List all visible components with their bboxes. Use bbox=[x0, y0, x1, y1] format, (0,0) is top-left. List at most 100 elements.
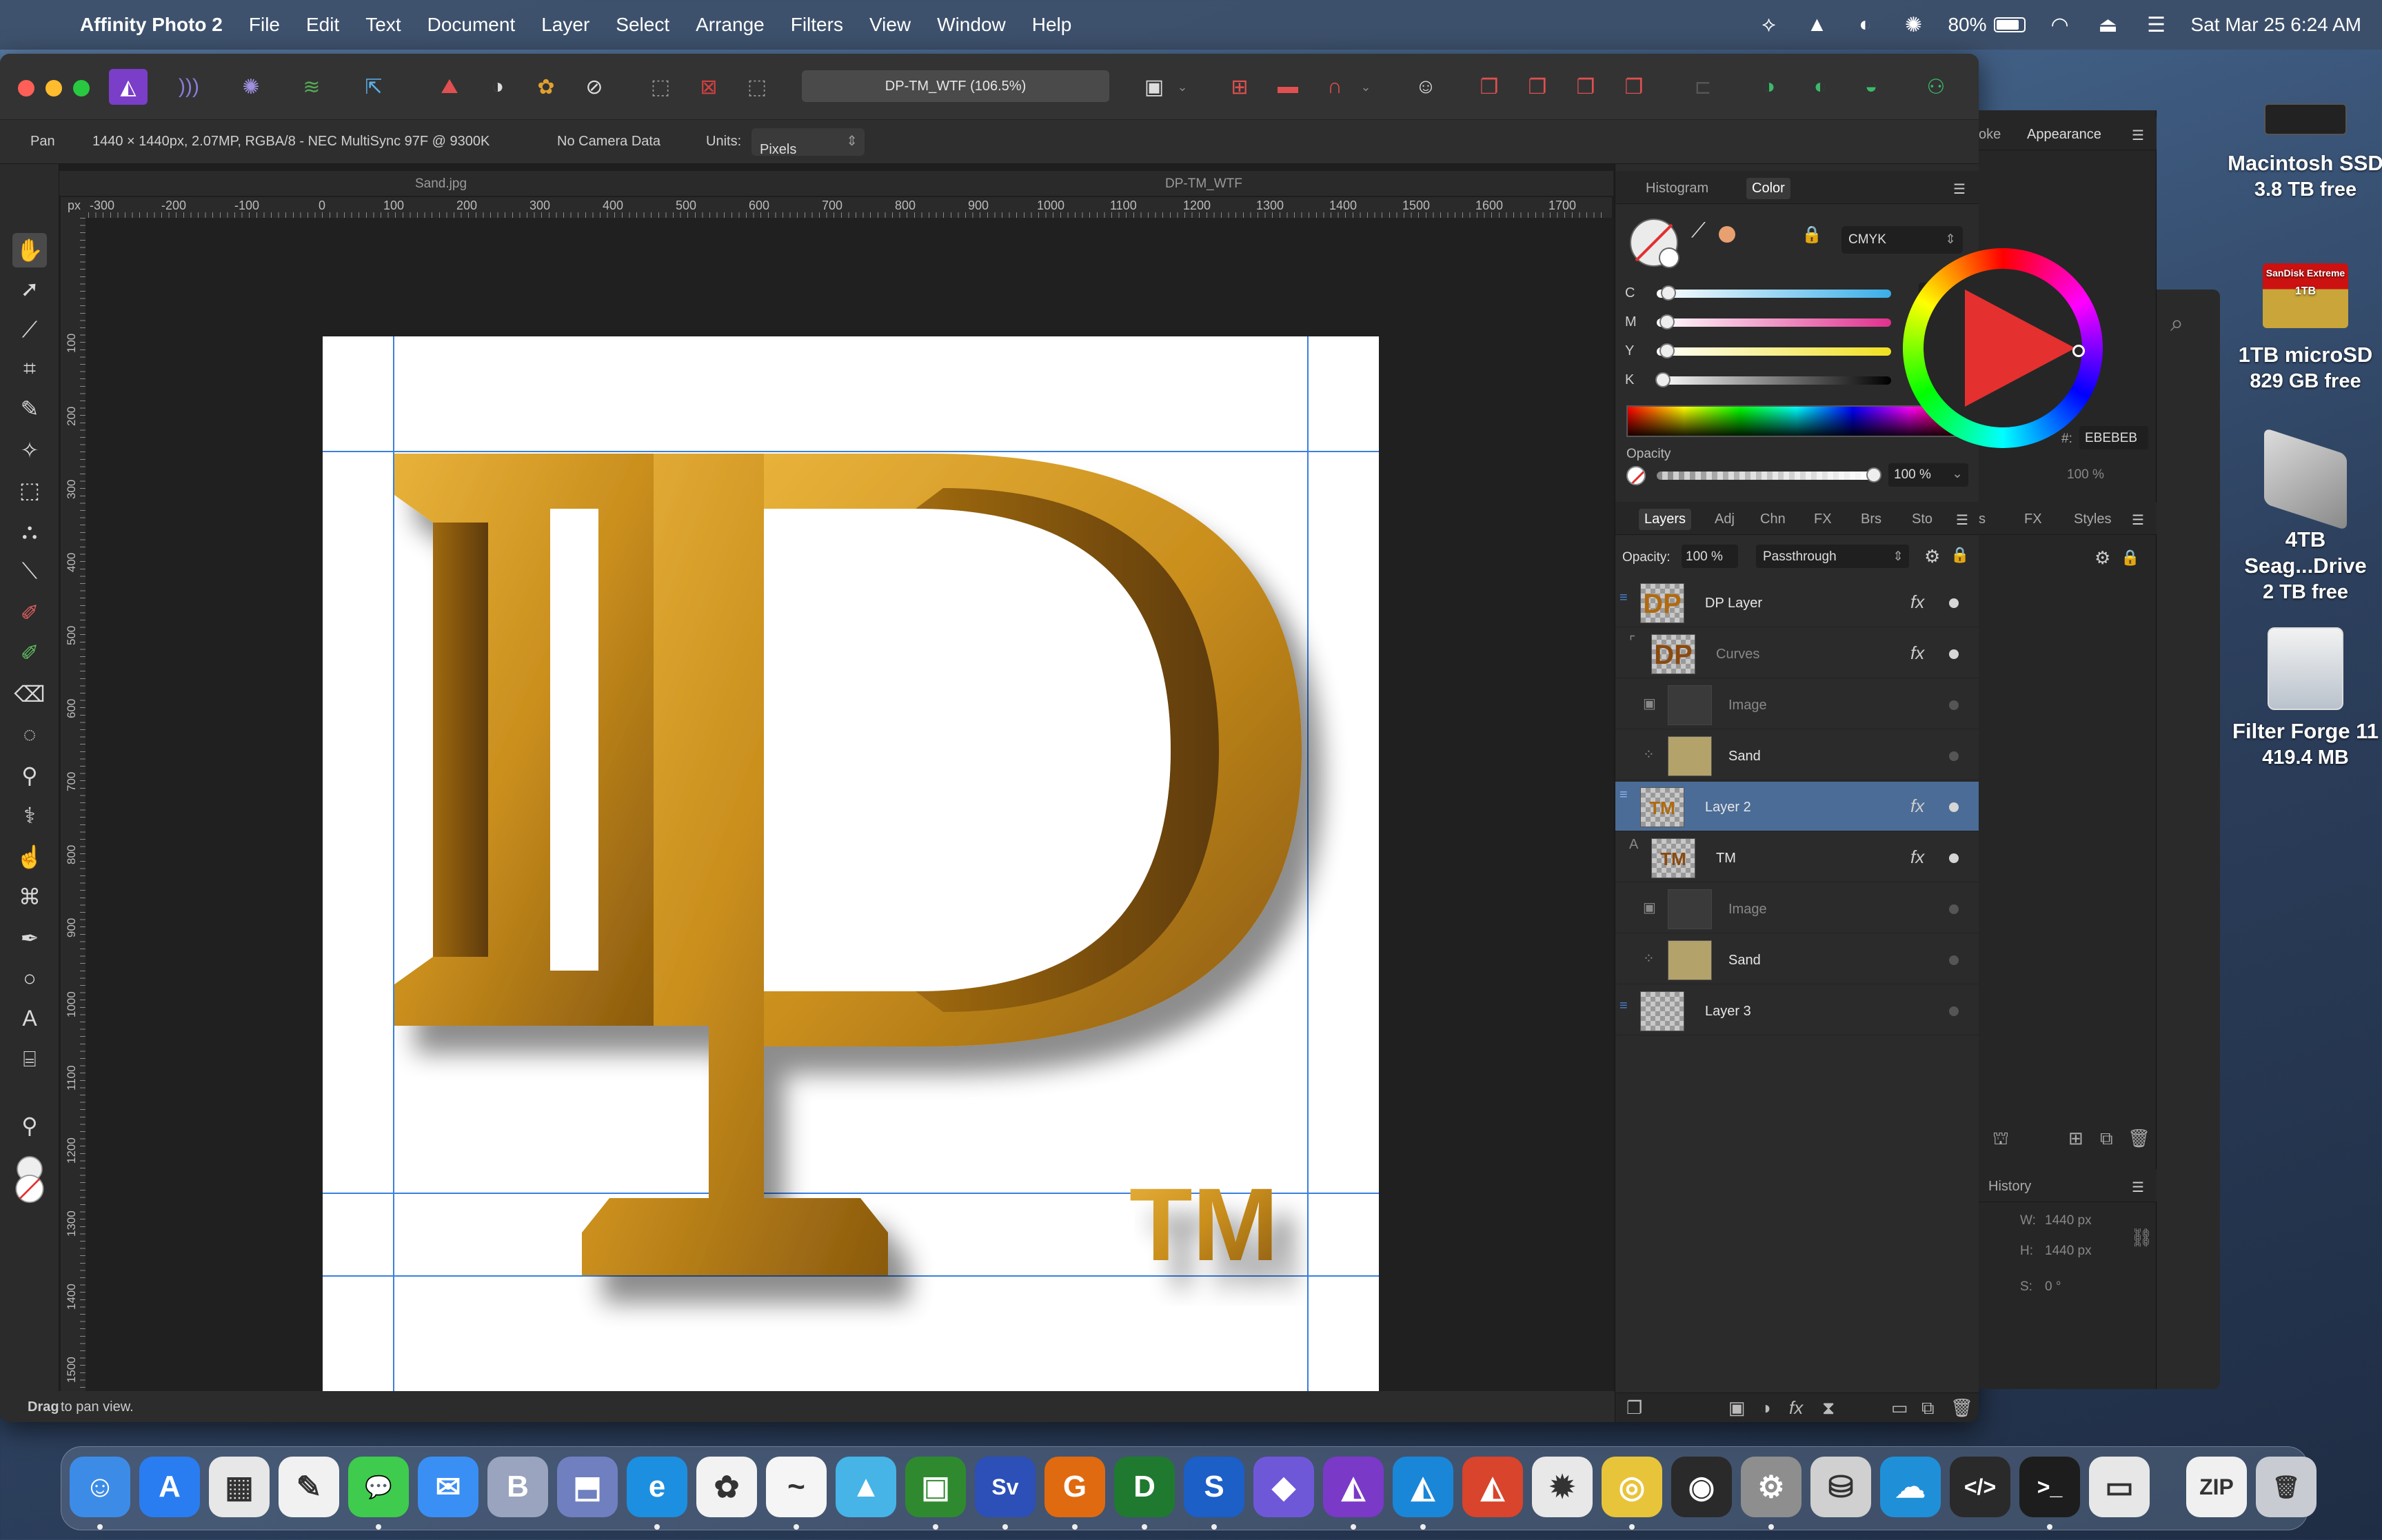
boolean-add-icon[interactable]: ◑ bbox=[1750, 69, 1788, 105]
layer-row-layer-3[interactable]: ≡ Layer 3 bbox=[1615, 986, 1979, 1035]
develop-persona-icon[interactable]: ✺ bbox=[232, 69, 270, 105]
style-icon[interactable]: ⛫ bbox=[1992, 1128, 2009, 1152]
units-select[interactable]: Pixels ⇕ bbox=[751, 128, 865, 157]
tab-color[interactable]: Color bbox=[1746, 178, 1790, 199]
dock-app-cloud[interactable]: ☁ bbox=[1880, 1457, 1941, 1517]
dock-app-disk-utility[interactable]: ⛁ bbox=[1810, 1457, 1871, 1517]
fx-add-icon[interactable]: fx bbox=[1789, 1397, 1803, 1419]
magenta-knob[interactable] bbox=[1659, 314, 1675, 330]
pen-tool-icon[interactable]: ✒ bbox=[12, 921, 47, 955]
duplicate-icon[interactable]: ❐ bbox=[1626, 1397, 1642, 1419]
cyan-knob[interactable] bbox=[1661, 285, 1676, 301]
layer-expand-icon[interactable]: ≡ bbox=[1619, 787, 1628, 803]
vertical-ruler[interactable]: 100 200 300 400 500 600 700 800 900 1000… bbox=[61, 218, 85, 1422]
quick-mask-icon[interactable]: ▣ bbox=[1135, 69, 1173, 105]
dock-app-affinity-designer[interactable]: ◭ bbox=[1393, 1457, 1453, 1517]
color-wheel[interactable] bbox=[1903, 248, 2103, 448]
duplicate-icon[interactable]: ⧉ bbox=[2100, 1128, 2113, 1150]
dock-app-gem[interactable]: ◆ bbox=[1253, 1457, 1314, 1517]
boolean-subtract-icon[interactable]: ◐ bbox=[1801, 69, 1839, 105]
dock-app-system-settings[interactable]: ⚙ bbox=[1741, 1457, 1801, 1517]
layer-row-tm[interactable]: A TM TM fx bbox=[1615, 833, 1979, 882]
guide-horizontal-top[interactable] bbox=[323, 451, 1379, 452]
dock-app-bbedit[interactable]: B bbox=[487, 1457, 548, 1517]
smudge-tool-icon[interactable]: ☝ bbox=[12, 840, 47, 874]
marquee-tool-icon[interactable]: ⬚ bbox=[12, 473, 47, 507]
no-color-icon[interactable] bbox=[1626, 466, 1646, 485]
visibility-dot-icon[interactable] bbox=[1949, 955, 1959, 965]
visibility-dot-icon[interactable] bbox=[1949, 598, 1959, 608]
dock-app-phonetools[interactable]: ✹ bbox=[1532, 1457, 1593, 1517]
close-window-button[interactable] bbox=[18, 80, 34, 97]
tab-channels[interactable]: Chn bbox=[1760, 511, 1786, 527]
dock-app-photos[interactable]: ✿ bbox=[696, 1457, 757, 1517]
arrange-forward-icon[interactable]: ❐ bbox=[1566, 69, 1605, 105]
tab-sand-jpg[interactable]: Sand.jpg bbox=[415, 176, 467, 192]
group-folder-icon[interactable]: ▭ bbox=[1891, 1397, 1908, 1419]
dock-app-textedit[interactable]: ✎ bbox=[279, 1457, 339, 1517]
adjustment-icon[interactable]: ◑ bbox=[1760, 1397, 1771, 1419]
tab-adjustments[interactable]: Adj bbox=[1715, 511, 1735, 527]
menu-arrange[interactable]: Arrange bbox=[696, 14, 765, 36]
control-center-icon[interactable]: ☰ bbox=[2143, 12, 2170, 37]
tab-styles[interactable]: Styles bbox=[2074, 511, 2111, 527]
color-wheel-knob[interactable] bbox=[2072, 345, 2085, 357]
dock-app-preview[interactable]: ▲ bbox=[836, 1457, 896, 1517]
dock-app-screens[interactable]: ▭ bbox=[2089, 1457, 2150, 1517]
wand-status-icon[interactable]: ⟡ bbox=[1755, 12, 1782, 37]
opacity-knob[interactable] bbox=[1866, 467, 1881, 483]
menu-text[interactable]: Text bbox=[365, 14, 401, 36]
layer-row-dp-layer[interactable]: ≡ DP DP Layer fx bbox=[1615, 578, 1979, 627]
guide-vertical-left[interactable] bbox=[393, 336, 394, 1391]
airplay-icon[interactable]: ⏏ bbox=[2095, 12, 2122, 37]
arrange-backward-icon[interactable]: ❐ bbox=[1518, 69, 1557, 105]
erase-brush-icon[interactable]: ⌫ bbox=[12, 677, 47, 711]
dock-app-archive[interactable]: ⬒ bbox=[557, 1457, 618, 1517]
snapping-dropdown-icon[interactable]: ⌄ bbox=[1355, 69, 1376, 105]
panel-menu-icon[interactable]: ☰ bbox=[2132, 511, 2144, 529]
visibility-dot-icon[interactable] bbox=[1949, 700, 1959, 710]
dodge-tool-icon[interactable]: ◌ bbox=[12, 717, 47, 751]
menu-app-name[interactable]: Affinity Photo 2 bbox=[80, 14, 223, 36]
move-tool-icon[interactable]: ➚ bbox=[12, 272, 47, 306]
menu-clock[interactable]: Sat Mar 25 6:24 AM bbox=[2191, 14, 2361, 36]
panel-menu-icon[interactable]: ☰ bbox=[1956, 511, 1968, 529]
opacity-value[interactable]: 100 % ⌄ bbox=[1888, 463, 1968, 487]
dock-app-messages[interactable]: 💬 bbox=[348, 1457, 409, 1517]
liquify-persona-icon[interactable]: ))) bbox=[170, 69, 208, 105]
dock-app-finder[interactable]: ☺ bbox=[70, 1457, 130, 1517]
layer-row-curves[interactable]: ⌜ DP Curves fx bbox=[1615, 629, 1979, 678]
deselect-icon[interactable]: ⊠ bbox=[689, 69, 728, 105]
document-title[interactable]: DP-TM_WTF (106.5%) bbox=[802, 70, 1109, 102]
panel-menu-icon[interactable]: ☰ bbox=[1953, 181, 1966, 198]
menu-layer[interactable]: Layer bbox=[541, 14, 589, 36]
width-field[interactable]: 1440 px bbox=[2045, 1213, 2092, 1228]
color-picker-tool-icon[interactable]: ⟋ bbox=[12, 313, 47, 347]
dock-app-terminal[interactable]: >_ bbox=[2019, 1457, 2080, 1517]
dock-app-edge[interactable]: e bbox=[627, 1457, 687, 1517]
ellipse-tool-icon[interactable]: ○ bbox=[12, 961, 47, 995]
yellow-knob[interactable] bbox=[1659, 343, 1675, 358]
layer-row-image[interactable]: ▣ Image bbox=[1615, 680, 1979, 729]
add-style-icon[interactable]: ⊞ bbox=[2068, 1128, 2083, 1149]
document-artboard[interactable]: TM bbox=[323, 336, 1379, 1391]
fx-icon[interactable]: fx bbox=[1910, 642, 1924, 664]
selection-brush-icon[interactable]: ✎ bbox=[12, 392, 47, 426]
blend-mode-select[interactable]: Passthrough ⇕ bbox=[1756, 545, 1909, 568]
menu-document[interactable]: Document bbox=[427, 14, 516, 36]
layer-row-sand-2[interactable]: ⁘ Sand bbox=[1615, 935, 1979, 984]
dock-app-sv-pro[interactable]: Sv bbox=[975, 1457, 1036, 1517]
dock-app-freeform[interactable]: ~ bbox=[766, 1457, 827, 1517]
sync-status-icon[interactable]: ◐ bbox=[1851, 12, 1879, 37]
desktop-icon-seagate-drive[interactable]: 4TB Seag...Drive 2 TB free bbox=[2223, 427, 2382, 605]
dock-app-archive-zip[interactable]: ZIP bbox=[2186, 1457, 2247, 1517]
desktop-icon-filter-forge[interactable]: Filter Forge 11 419.4 MB bbox=[2223, 627, 2382, 771]
opacity-slider[interactable] bbox=[1657, 472, 1877, 480]
view-tool-hand-icon[interactable]: ✋ bbox=[12, 233, 47, 267]
panel-menu-icon[interactable]: ☰ bbox=[2132, 1179, 2144, 1196]
paint-brush-icon[interactable]: ✐ bbox=[12, 596, 47, 630]
arrange-back-icon[interactable]: ❐ bbox=[1470, 69, 1508, 105]
mesh-warp-icon[interactable]: ⌘ bbox=[12, 880, 47, 914]
lock-icon[interactable]: 🔒 bbox=[1801, 225, 1822, 245]
gradient-tool-icon[interactable]: ⟍ bbox=[12, 554, 47, 589]
